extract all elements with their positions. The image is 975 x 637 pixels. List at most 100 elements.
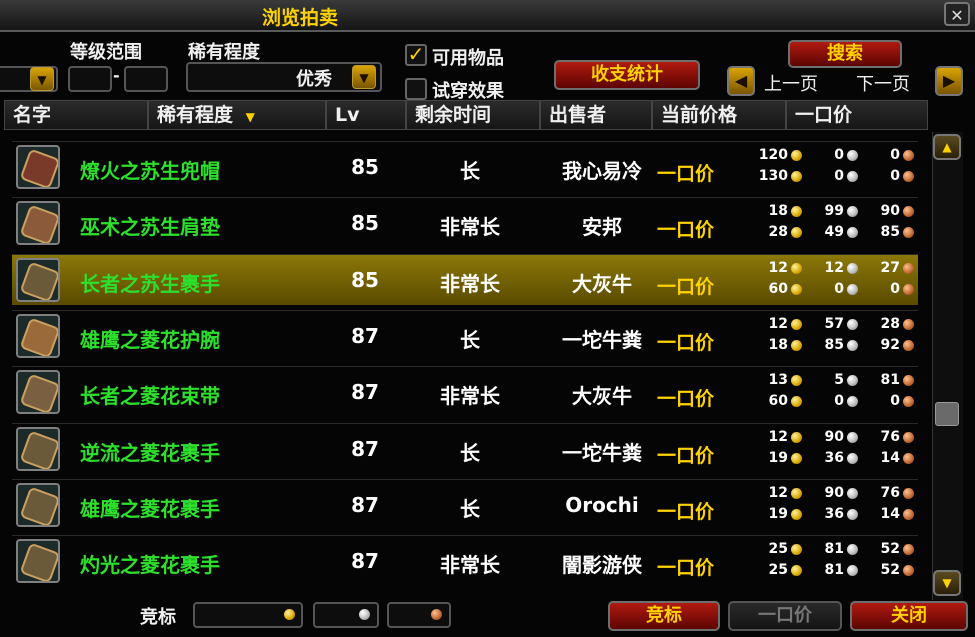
shoulder-icon[interactable] <box>16 201 60 246</box>
bid-copper: 76 <box>880 428 900 445</box>
buyout-silver: 36 <box>824 449 844 466</box>
buyout-silver: 36 <box>824 505 844 522</box>
auction-row[interactable]: 长者之苏生裹手 85 非常长 大灰牛 一口价 12 12 27 60 0 0 <box>12 253 918 305</box>
col-header-rarity[interactable]: 稀有程度 ▼ <box>148 100 326 130</box>
auction-row[interactable]: 雄鹰之菱花护腕 87 长 一坨牛粪 一口价 12 57 28 18 85 92 <box>12 309 918 361</box>
col-header-buyout[interactable]: 一口价 <box>786 100 928 130</box>
buyout-label: 一口价 <box>657 557 715 580</box>
stats-button[interactable]: 收支统计 <box>554 60 700 90</box>
chevron-down-icon[interactable]: ▼ <box>30 67 54 91</box>
buyout-gold: 28 <box>768 224 788 241</box>
gold-coin-icon <box>791 318 802 330</box>
gold-coin-icon <box>791 283 802 295</box>
buyout-gold: 25 <box>768 562 788 579</box>
bid-copper: 90 <box>880 203 900 220</box>
col-header-level[interactable]: Lv <box>326 100 406 130</box>
copper-coin-icon <box>903 150 914 161</box>
helm-icon[interactable] <box>16 145 60 189</box>
col-header-name[interactable]: 名字 <box>4 100 148 130</box>
auction-row[interactable]: 长者之菱花束带 87 非常长 大灰牛 一口价 13 5 81 60 0 0 <box>12 366 918 417</box>
col-header-time[interactable]: 剩余时间 <box>406 100 540 130</box>
bid-gold: 12 <box>768 428 788 445</box>
auction-row[interactable]: 逆流之菱花裹手 87 长 一坨牛粪 一口价 12 90 76 19 36 14 <box>12 422 918 474</box>
scroll-thumb[interactable] <box>935 402 959 426</box>
close-icon[interactable]: ✕ <box>944 2 970 26</box>
auction-row[interactable]: 灼光之菱花裹手 87 非常长 闇影游侠 一口价 25 81 52 25 81 52 <box>12 535 918 586</box>
buyout-copper: 0 <box>890 280 900 297</box>
bid-copper: 28 <box>880 315 900 332</box>
buyout-copper: 0 <box>890 393 900 410</box>
auction-row[interactable]: 巫术之苏生肩垫 85 非常长 安邦 一口价 18 99 90 28 49 85 <box>12 197 918 248</box>
silver-coin-icon <box>847 565 858 577</box>
gold-coin-icon <box>791 565 802 577</box>
rarity-dropdown-arrow-icon[interactable]: ▼ <box>352 65 376 89</box>
gold-coin-icon <box>791 262 802 274</box>
gold-coin-icon <box>791 508 802 520</box>
usable-items-checkbox[interactable]: ✓ <box>405 44 427 66</box>
col-header-rarity-label: 稀有程度 <box>157 104 234 126</box>
buyout-button[interactable]: 一口价 <box>728 601 842 631</box>
buyout-silver: 0 <box>834 393 844 410</box>
item-level: 87 <box>351 549 379 574</box>
gloves-icon[interactable] <box>16 539 60 584</box>
gloves-icon[interactable] <box>16 482 60 527</box>
scrollbar[interactable] <box>932 132 963 600</box>
time-left: 长 <box>460 496 480 521</box>
time-left: 长 <box>460 159 480 183</box>
buyout-silver: 85 <box>824 336 844 353</box>
bid-gold: 18 <box>768 203 788 220</box>
copper-coin-icon <box>903 565 914 577</box>
bid-silver: 90 <box>824 428 844 445</box>
copper-coin-icon <box>903 544 914 556</box>
next-page-label[interactable]: 下一页 <box>856 70 910 96</box>
auction-row[interactable]: 雄鹰之菱花裹手 87 长 Orochi 一口价 12 90 76 19 36 14 <box>12 478 918 530</box>
buyout-silver: 0 <box>834 168 844 184</box>
silver-coin-icon <box>847 339 858 351</box>
bid-gold: 25 <box>768 541 788 558</box>
silver-coin-icon <box>847 171 858 182</box>
buyout-silver: 81 <box>824 562 844 579</box>
gold-coin-icon <box>791 487 802 499</box>
scroll-down-icon[interactable]: ▼ <box>933 570 961 596</box>
bid-label: 竞标 <box>140 607 176 628</box>
col-header-seller[interactable]: 出售者 <box>540 100 652 130</box>
gold-coin-icon <box>791 431 802 443</box>
buyout-gold: 18 <box>768 336 788 353</box>
bid-gold: 12 <box>768 259 788 276</box>
item-name: 雄鹰之菱花护腕 <box>80 327 220 352</box>
gloves-icon[interactable] <box>16 426 60 471</box>
bid-silver: 5 <box>834 372 844 389</box>
gloves-icon[interactable] <box>16 257 60 302</box>
preview-checkbox[interactable] <box>405 78 427 100</box>
copper-coin-icon <box>903 206 914 218</box>
prev-page-label[interactable]: 上一页 <box>764 70 818 96</box>
auction-row[interactable]: 燎火之苏生兜帽 85 长 我心易冷 一口价 120 0 0 130 0 0 <box>12 141 918 192</box>
scroll-up-icon[interactable]: ▲ <box>933 134 961 160</box>
gold-coin-icon <box>791 171 802 182</box>
copper-coin-icon <box>903 339 914 351</box>
belt-icon[interactable] <box>16 370 60 415</box>
silver-coin-icon <box>847 227 858 239</box>
bid-gold: 12 <box>768 315 788 332</box>
bid-gold: 13 <box>768 372 788 389</box>
col-header-current-price[interactable]: 当前价格 <box>652 100 786 130</box>
seller-name: 一坨牛粪 <box>562 440 642 465</box>
gold-coin-icon <box>791 227 802 239</box>
item-name: 逆流之菱花裹手 <box>80 440 220 465</box>
level-range-label: 等级范围 <box>70 42 142 63</box>
max-level-input[interactable] <box>124 66 168 92</box>
time-left: 非常长 <box>440 215 500 240</box>
rarity-value: 优秀 <box>296 69 332 90</box>
item-name: 巫术之苏生肩垫 <box>80 215 220 240</box>
prev-page-arrow-icon[interactable]: ◀ <box>727 66 755 96</box>
close-button[interactable]: 关闭 <box>850 601 968 631</box>
next-page-arrow-icon[interactable]: ▶ <box>935 66 963 96</box>
min-level-input[interactable] <box>68 66 112 92</box>
search-button[interactable]: 搜索 <box>788 40 902 68</box>
copper-coin-icon <box>431 609 442 620</box>
seller-name: 一坨牛粪 <box>562 327 642 352</box>
bracer-icon[interactable] <box>16 313 60 358</box>
silver-coin-icon <box>847 544 858 556</box>
bid-button[interactable]: 竞标 <box>608 601 720 631</box>
item-level: 87 <box>351 380 379 405</box>
